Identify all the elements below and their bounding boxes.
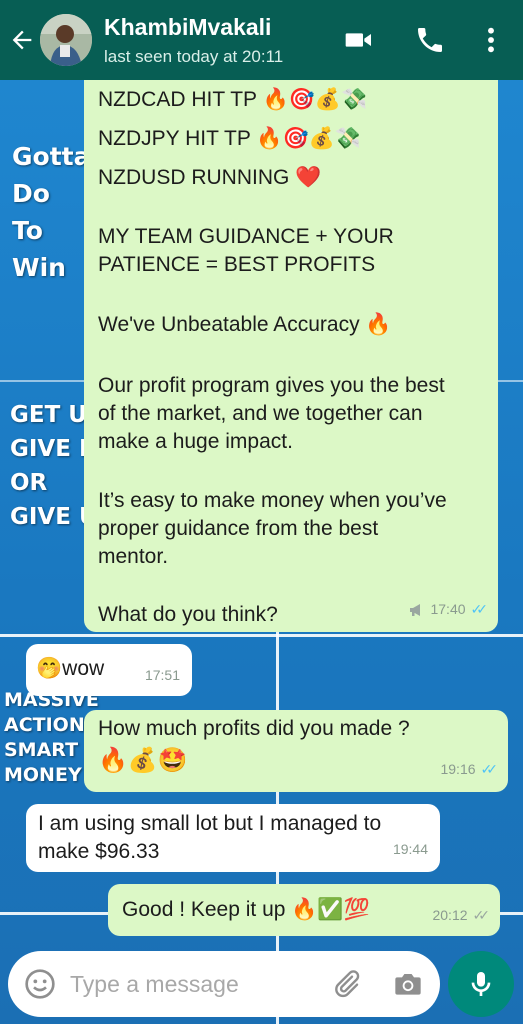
read-ticks-icon: ✓✓ [470,601,489,618]
message-line [98,191,484,219]
message-line: NZDUSD RUNNING ❤️ [98,165,322,189]
message-line: We've Unbeatable Accuracy 🔥 [98,312,392,336]
mic-button[interactable] [448,951,514,1017]
more-vert-icon[interactable] [475,24,507,56]
message-time: 17:40 [430,601,466,618]
wallpaper-line [0,634,523,637]
message-bubble-outgoing[interactable]: Good ! Keep it up 🔥✅💯 20:12 ✓✓ [108,884,500,936]
video-call-icon[interactable] [343,24,375,56]
message-time: 19:16 [440,761,476,778]
message-line: Our profit program gives you the best [98,374,445,398]
message-line: of the market, and we together can [98,401,423,425]
message-composer: Type a message [8,951,440,1017]
message-input[interactable]: Type a message [70,971,239,998]
chat-header: KhambiMvakali last seen today at 20:11 [0,0,523,80]
message-line [98,456,484,484]
avatar[interactable] [40,14,92,66]
contact-name[interactable]: KhambiMvakali [104,14,271,41]
message-line: proper guidance from the best [98,517,379,541]
message-bubble-incoming[interactable]: 🤭wow 17:51 [26,644,192,696]
message-line: Good ! Keep it up 🔥✅💯 [122,898,370,921]
message-line: NZDCAD HIT TP 🔥🎯💰💸 [98,88,368,111]
delivered-ticks-icon: ✓✓ [472,907,491,924]
message-meta: 17:51 [145,662,180,690]
message-bubble-incoming[interactable]: I am using small lot but I managed to ma… [26,804,440,872]
message-line [98,279,484,307]
wallpaper-text-gotta-do-to-win: Gotta Do To Win [12,142,91,282]
message-meta: 20:12 ✓✓ [432,902,491,930]
camera-icon[interactable] [392,968,424,1000]
back-arrow-icon[interactable] [8,26,36,54]
message-line: 🔥💰🤩 [98,746,188,774]
message-line: make $96.33 [38,839,160,863]
message-line: make a huge impact. [98,429,293,453]
message-meta: 19:44 [393,836,428,864]
message-time: 17:51 [144,667,180,684]
message-line: It’s easy to make money when you’ve [98,489,447,513]
paperclip-icon[interactable] [330,968,362,1000]
phone-icon[interactable] [414,24,446,56]
mic-icon [471,972,491,996]
message-time: 19:44 [392,841,428,858]
message-line: mentor. [98,544,169,568]
last-seen-status: last seen today at 20:11 [104,47,284,66]
read-ticks-icon: ✓✓ [480,761,499,778]
message-line: PATIENCE = BEST PROFITS [98,252,376,276]
message-bubble-outgoing[interactable]: NZDCAD HIT TP 🔥🎯💰💸 NZDJPY HIT TP 🔥🎯💰💸 NZ… [84,80,498,632]
avatar-photo-icon [40,14,92,66]
emoji-icon[interactable] [24,968,56,1000]
message-line: MY TEAM GUIDANCE + YOUR [98,225,394,249]
message-time: 20:12 [432,907,468,924]
message-line: I am using small lot but I managed to [38,812,382,835]
megaphone-icon [410,604,421,617]
message-line: NZDJPY HIT TP 🔥🎯💰💸 [98,126,361,150]
message-meta: 19:16 ✓✓ [440,756,499,784]
message-line: How much profits did you made ? [98,717,410,740]
message-bubble-outgoing[interactable]: How much profits did you made ? 🔥💰🤩 19:1… [84,710,508,792]
message-meta: 17:40 ✓✓ [409,596,489,624]
message-line [98,571,484,599]
message-line [98,338,484,366]
